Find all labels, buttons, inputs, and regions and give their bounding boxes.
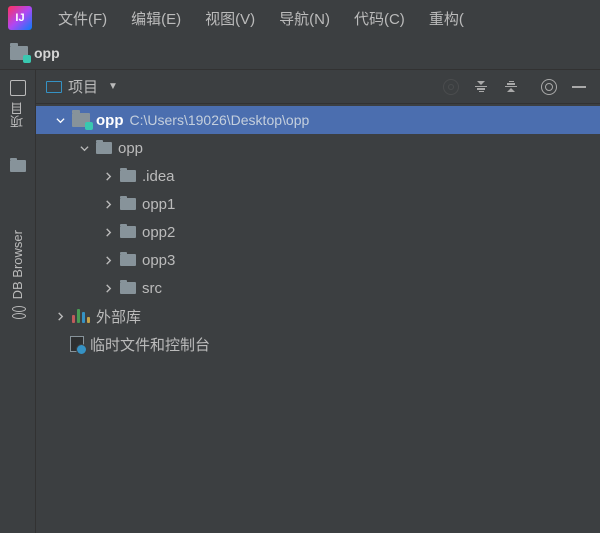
node-name: 临时文件和控制台: [90, 334, 210, 355]
tree-node[interactable]: opp: [36, 134, 600, 162]
target-icon: [443, 79, 459, 95]
folder-icon: [120, 254, 136, 266]
folder-icon: [10, 46, 28, 60]
minimize-icon: [572, 86, 586, 88]
project-tree[interactable]: opp C:\Users\19026\Desktop\opp opp .idea…: [36, 104, 600, 360]
tree-node[interactable]: opp1: [36, 190, 600, 218]
tree-node[interactable]: opp3: [36, 246, 600, 274]
menu-file[interactable]: 文件(F): [48, 4, 117, 33]
tree-node[interactable]: opp2: [36, 218, 600, 246]
external-libraries-icon: [72, 309, 90, 323]
node-name: 外部库: [96, 306, 141, 327]
panel-header: 项目 ▼: [36, 70, 600, 104]
panel-hide-button[interactable]: [568, 76, 590, 98]
node-name: opp: [96, 112, 124, 129]
node-name: opp1: [142, 196, 175, 213]
chevron-down-icon[interactable]: [78, 142, 90, 154]
expand-all-button[interactable]: [470, 76, 492, 98]
menu-view[interactable]: 视图(V): [195, 4, 265, 33]
breadcrumb: opp: [0, 36, 600, 70]
chevron-right-icon[interactable]: [102, 226, 114, 238]
monitor-icon: [46, 81, 62, 93]
panel-title: 项目: [68, 76, 98, 97]
node-name: opp3: [142, 252, 175, 269]
folder-icon: [120, 198, 136, 210]
rail-label-project: 项目: [8, 102, 27, 128]
menu-edit[interactable]: 编辑(E): [121, 4, 191, 33]
scratches-icon: [70, 336, 84, 352]
app-icon: IJ: [8, 6, 32, 30]
left-toolwindow-rail: 项目 DB Browser: [0, 70, 36, 533]
tree-node[interactable]: .idea: [36, 162, 600, 190]
node-name: src: [142, 280, 162, 297]
node-name: .idea: [142, 168, 175, 185]
menu-navigate[interactable]: 导航(N): [269, 4, 340, 33]
module-folder-icon: [72, 113, 90, 127]
node-name: opp2: [142, 224, 175, 241]
folder-icon: [10, 160, 26, 172]
gear-icon: [541, 79, 557, 95]
breadcrumb-project[interactable]: opp: [34, 45, 60, 61]
chevron-right-icon[interactable]: [102, 254, 114, 266]
panel-view-selector[interactable]: 项目 ▼: [46, 76, 118, 97]
expand-icon: [475, 81, 487, 93]
menu-code[interactable]: 代码(C): [344, 4, 415, 33]
menubar: IJ 文件(F) 编辑(E) 视图(V) 导航(N) 代码(C) 重构(: [0, 0, 600, 36]
folder-icon: [120, 226, 136, 238]
rail-item-db-browser[interactable]: DB Browser: [10, 230, 26, 321]
database-icon: [10, 305, 26, 321]
collapse-icon: [505, 81, 517, 93]
project-rail-icon: [10, 80, 26, 96]
chevron-down-icon[interactable]: [54, 114, 66, 126]
chevron-down-icon: ▼: [108, 81, 118, 92]
folder-icon: [96, 142, 112, 154]
tree-root-node[interactable]: opp C:\Users\19026\Desktop\opp: [36, 106, 600, 134]
external-libraries-node[interactable]: 外部库: [36, 302, 600, 330]
node-path: C:\Users\19026\Desktop\opp: [130, 112, 310, 128]
collapse-all-button[interactable]: [500, 76, 522, 98]
node-name: opp: [118, 140, 143, 157]
tree-node[interactable]: src: [36, 274, 600, 302]
folder-icon: [120, 282, 136, 294]
chevron-right-icon[interactable]: [102, 170, 114, 182]
menu-refactor[interactable]: 重构(: [419, 4, 474, 33]
rail-item-project[interactable]: 项目: [8, 80, 27, 128]
project-panel: 项目 ▼ opp C:\Users\19026\Desktop\opp: [36, 70, 600, 533]
chevron-right-icon[interactable]: [102, 198, 114, 210]
select-opened-file-button[interactable]: [440, 76, 462, 98]
chevron-right-icon[interactable]: [54, 310, 66, 322]
scratches-node[interactable]: 临时文件和控制台: [36, 330, 600, 358]
rail-item-folder[interactable]: [10, 160, 26, 172]
panel-settings-button[interactable]: [538, 76, 560, 98]
folder-icon: [120, 170, 136, 182]
chevron-right-icon[interactable]: [102, 282, 114, 294]
app-icon-text: IJ: [15, 12, 24, 24]
rail-label-db: DB Browser: [10, 230, 25, 299]
